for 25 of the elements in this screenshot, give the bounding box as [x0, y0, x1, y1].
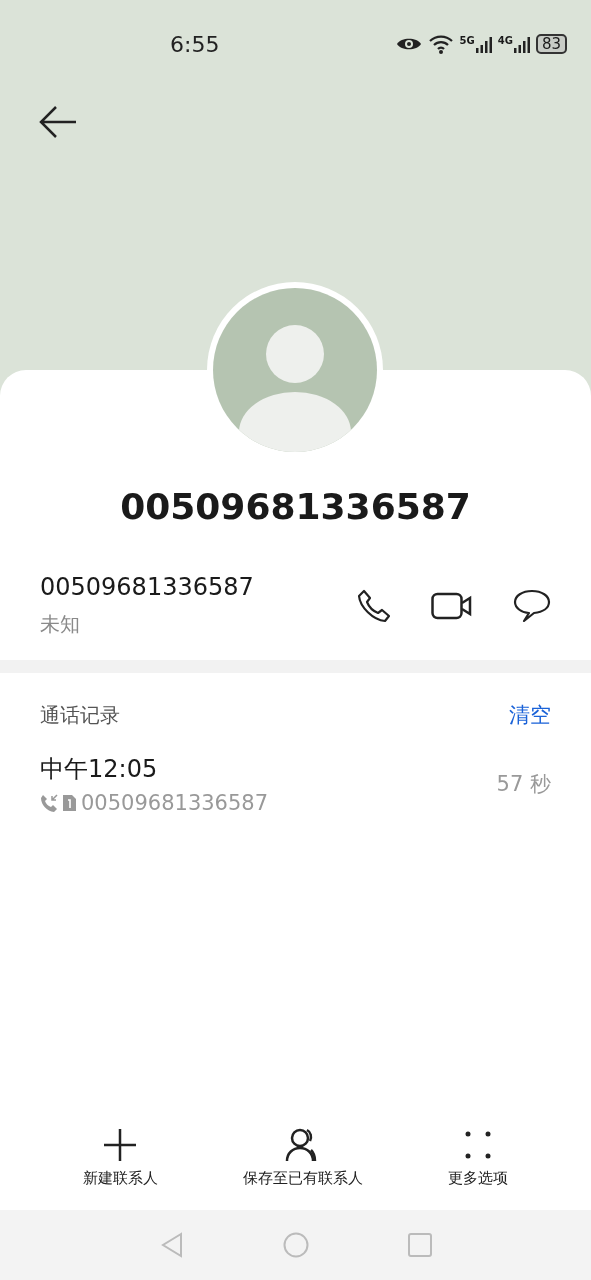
network-label: 5G [459, 35, 475, 46]
signal-icon [513, 35, 530, 53]
contact-title: 00509681336587 [119, 486, 472, 527]
sim-card-icon [62, 794, 77, 812]
signal-icon [475, 35, 492, 53]
battery-level: 83 [535, 34, 567, 54]
wifi-icon [427, 34, 454, 54]
call-time: 中午12:05 [40, 754, 159, 785]
add-icon [102, 1127, 139, 1163]
clear-button[interactable]: 清空 [509, 701, 551, 729]
network-label: 4G [497, 35, 513, 46]
phone-icon[interactable] [357, 588, 391, 623]
call-number: 00509681336587 [81, 791, 269, 815]
action-button[interactable]: 更多选项 [448, 1127, 509, 1188]
section-heading: 通话记录 [40, 701, 120, 729]
number-location: 未知 [40, 611, 81, 638]
action-button[interactable]: 保存至已有联系人 [243, 1127, 363, 1188]
message-icon[interactable] [513, 588, 551, 623]
phone-number: 00509681336587 [40, 573, 254, 601]
video-call-icon[interactable] [431, 591, 473, 620]
call-duration: 57 秒 [496, 771, 551, 798]
incoming-call-icon [40, 794, 58, 812]
status-time: 6:55 [170, 31, 220, 57]
action-button[interactable]: 新建联系人 [82, 1127, 158, 1188]
back-icon[interactable] [38, 104, 78, 140]
